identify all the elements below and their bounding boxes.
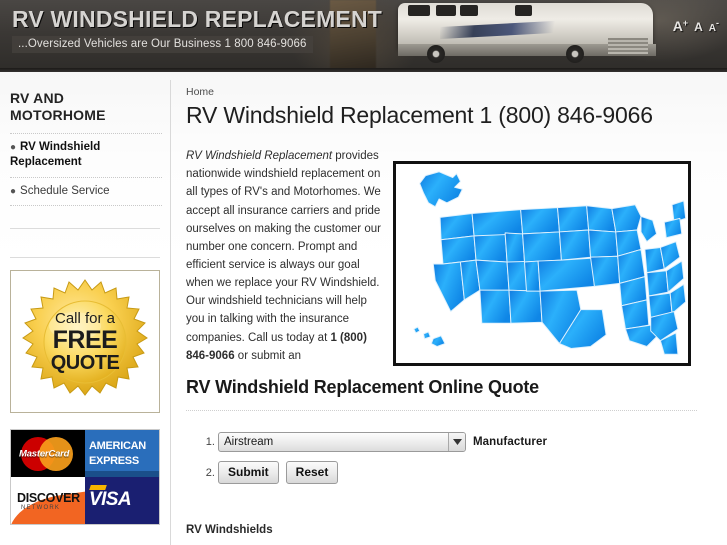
site-title: RV WINDSHIELD REPLACEMENT	[12, 6, 383, 32]
visa-logo-icon: VISA	[85, 477, 159, 525]
submit-button[interactable]: Submit	[218, 461, 279, 484]
increase-font-size-button[interactable]: A+	[673, 18, 688, 34]
intro-lead-italic: RV Windshield Replacement	[186, 150, 333, 163]
decrease-font-size-button[interactable]: A-	[709, 18, 719, 34]
discover-sublabel: NETWORK	[21, 505, 61, 512]
visa-label: VISA	[89, 489, 132, 511]
rv-window-icon	[515, 5, 532, 16]
intro-body-part1: provides nationwide windshield replaceme…	[186, 150, 381, 344]
manufacturer-select[interactable]: Airstream	[218, 432, 466, 452]
reset-button[interactable]: Reset	[285, 461, 339, 484]
page-title: RV Windshield Replacement 1 (800) 846-90…	[186, 102, 653, 128]
form-step-manufacturer: Airstream Manufacturer	[218, 432, 697, 452]
sidebar-item-schedule-service[interactable]: ● Schedule Service	[10, 176, 162, 207]
form-step-actions: Submit Reset	[218, 461, 697, 484]
plus-icon: +	[682, 18, 689, 28]
mastercard-logo-icon: MasterCard	[11, 430, 85, 478]
amex-label-line1: AMERICAN	[89, 440, 146, 453]
sidebar-item-label: Schedule Service	[20, 184, 110, 197]
amex-logo-icon: AMERICAN EXPRESS	[85, 430, 159, 478]
badge-line-call: Call for a	[54, 309, 116, 327]
free-quote-badge-text: Call for a FREE QUOTE	[11, 311, 159, 373]
discover-label: DISCOVER	[17, 491, 80, 506]
sidebar-divider	[10, 257, 160, 259]
bullet-icon: ●	[10, 185, 17, 197]
breadcrumb: Home	[186, 86, 711, 98]
us-map-svg	[396, 164, 688, 363]
manufacturer-select-wrapper: Airstream	[218, 432, 466, 452]
rv-wheel-icon	[427, 45, 445, 63]
breadcrumb-home-link[interactable]: Home	[186, 86, 214, 98]
sidebar-item-rv-windshield-replacement[interactable]: ● RV Windshield Replacement	[10, 132, 162, 177]
font-size-controls: A+ A A-	[673, 18, 719, 34]
badge-line-free: FREE	[52, 325, 118, 354]
sidebar-nav-list: ● RV Windshield Replacement ● Schedule Ser…	[10, 132, 162, 207]
rv-wheel-icon	[566, 45, 584, 63]
amex-label-line2: EXPRESS	[89, 455, 139, 468]
sidebar-widget-title: RV AND MOTORHOME	[10, 90, 106, 123]
rv-grille	[608, 38, 648, 54]
section-divider	[186, 410, 697, 411]
rv-window-icon	[408, 5, 430, 16]
intro-paragraph: RV Windshield Replacement provides natio…	[186, 147, 386, 365]
intro-body-part2: or submit an	[234, 349, 302, 362]
page-root: RV WINDSHIELD REPLACEMENT ...Oversized V…	[0, 0, 727, 545]
footer-heading-rv-windshields: RV Windshields	[186, 524, 273, 536]
rv-window-icon	[436, 5, 456, 16]
free-quote-badge[interactable]: Call for a FREE QUOTE	[10, 270, 160, 414]
intro-paragraph-column: RV Windshield Replacement provides natio…	[186, 141, 386, 365]
site-header: RV WINDSHIELD REPLACEMENT ...Oversized V…	[0, 0, 727, 72]
reset-font-size-button[interactable]: A	[694, 20, 703, 34]
discover-logo-icon: DISCOVER NETWORK	[11, 477, 85, 525]
mastercard-label: MasterCard	[19, 448, 70, 460]
sidebar-item-label: RV Windshield Replacement	[10, 140, 101, 169]
page-body: RV AND MOTORHOME ● RV Windshield Replacem…	[0, 72, 727, 545]
site-tagline: ...Oversized Vehicles are Our Business 1…	[12, 36, 313, 53]
bullet-icon: ●	[10, 141, 17, 153]
badge-line-quote: QUOTE	[50, 351, 120, 374]
payment-cards-image: MasterCard AMERICAN EXPRESS DISCOVER NET…	[10, 429, 160, 526]
sidebar-divider	[10, 228, 160, 230]
us-map-image	[393, 161, 691, 366]
quote-form: Airstream Manufacturer Submit	[186, 432, 697, 493]
main-content: Home RV Windshield Replacement 1 (800) 8…	[186, 72, 711, 545]
minus-icon: -	[716, 18, 719, 28]
sidebar-content-divider	[170, 80, 171, 545]
sidebar: RV AND MOTORHOME ● RV Windshield Replacem…	[0, 72, 170, 545]
rv-window-icon	[460, 5, 478, 16]
manufacturer-label: Manufacturer	[473, 436, 548, 448]
section-title-online-quote: RV Windshield Replacement Online Quote	[186, 377, 539, 397]
form-steps-list: Airstream Manufacturer Submit	[186, 432, 697, 484]
